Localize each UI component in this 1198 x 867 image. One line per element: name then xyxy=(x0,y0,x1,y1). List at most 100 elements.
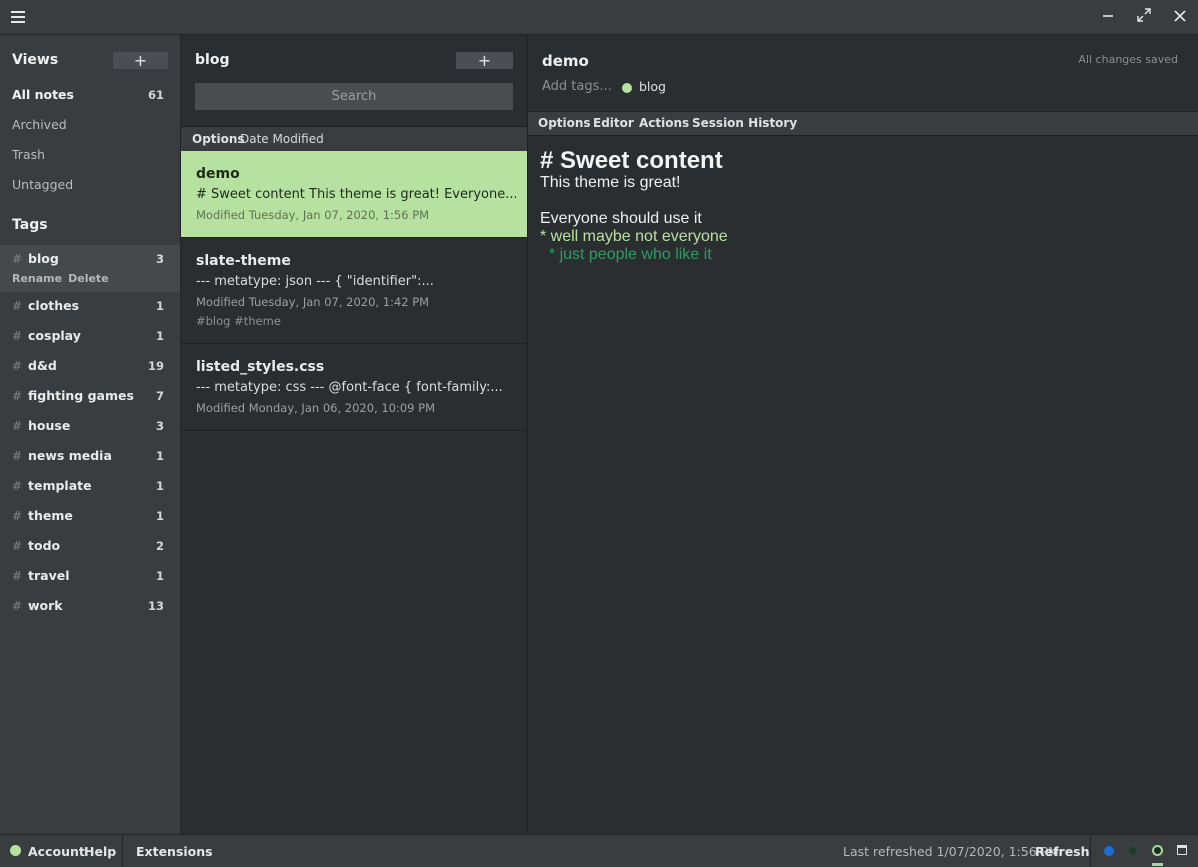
account-button[interactable]: Account xyxy=(28,844,85,859)
editor-tag[interactable]: blog xyxy=(639,79,666,94)
view-untagged[interactable]: Untagged xyxy=(12,175,164,195)
session-history-menu[interactable]: Session History xyxy=(692,112,797,135)
search-input[interactable] xyxy=(195,83,513,110)
hash-icon: # xyxy=(12,599,23,613)
tag-item-travel[interactable]: # travel 1 xyxy=(0,562,180,592)
tag-name: clothes xyxy=(28,298,80,313)
hamburger-icon[interactable] xyxy=(8,7,28,27)
tag-item-dnd[interactable]: # d&d 19 xyxy=(0,352,180,382)
tag-count: 1 xyxy=(155,299,164,313)
view-label: Untagged xyxy=(12,177,74,192)
view-count: 61 xyxy=(147,88,164,102)
tag-name: fighting games xyxy=(28,388,134,403)
tag-item-clothes[interactable]: # clothes 1 xyxy=(0,292,180,322)
editor-options-menu[interactable]: Options xyxy=(538,112,591,135)
note-date: Modified Monday, Jan 06, 2020, 10:09 PM xyxy=(196,401,435,415)
editor-pane: demo All changes saved Add tags... blog … xyxy=(528,35,1198,834)
minimize-icon[interactable] xyxy=(1097,7,1119,27)
note-item-slate-theme[interactable]: slate-theme --- metatype: json --- { "id… xyxy=(181,238,527,344)
tag-name: theme xyxy=(28,508,73,523)
editor-actions-menu[interactable]: Actions xyxy=(639,112,689,135)
note-title-field[interactable]: demo xyxy=(542,52,589,70)
note-preview: --- metatype: css --- @font-face { font-… xyxy=(196,380,503,395)
hash-icon: # xyxy=(12,419,23,433)
tag-count: 1 xyxy=(155,509,164,523)
tag-name: travel xyxy=(28,568,70,583)
help-button[interactable]: Help xyxy=(84,844,116,859)
tag-item-house[interactable]: # house 3 xyxy=(0,412,180,442)
divider xyxy=(1090,835,1091,867)
tag-count: 13 xyxy=(147,599,164,613)
tag-item-blog[interactable]: # blog 3 Rename Delete xyxy=(0,245,180,292)
extensions-button[interactable]: Extensions xyxy=(136,844,213,859)
note-item-listed-styles[interactable]: listed_styles.css --- metatype: css --- … xyxy=(181,344,527,431)
hash-icon: # xyxy=(12,479,23,493)
note-title: demo xyxy=(196,166,240,182)
notes-title: blog xyxy=(195,52,230,68)
sidebar: Views + All notes 61 Archived Trash Unta… xyxy=(0,35,181,834)
view-all-notes[interactable]: All notes 61 xyxy=(12,85,164,105)
view-trash[interactable]: Trash xyxy=(12,145,164,165)
footer-bar: Account Help Extensions Last refreshed 1… xyxy=(0,834,1198,867)
tag-name: house xyxy=(28,418,71,433)
tags-heading: Tags xyxy=(12,217,48,233)
close-icon[interactable] xyxy=(1169,7,1191,27)
hash-icon: # xyxy=(12,359,23,373)
hash-icon: # xyxy=(12,389,23,403)
tag-item-theme[interactable]: # theme 1 xyxy=(0,502,180,532)
window-icon[interactable] xyxy=(1177,845,1187,855)
view-archived[interactable]: Archived xyxy=(12,115,164,135)
editor-menu-bar: Options Editor Actions Session History xyxy=(528,111,1198,136)
tag-name: blog xyxy=(28,251,59,266)
divider xyxy=(122,835,123,867)
extension-status-icon[interactable] xyxy=(1128,846,1138,856)
tag-item-cosplay[interactable]: # cosplay 1 xyxy=(0,322,180,352)
note-item-demo[interactable]: demo # Sweet content This theme is great… xyxy=(181,151,527,238)
tag-item-todo[interactable]: # todo 2 xyxy=(0,532,180,562)
notes-options-button[interactable]: Options xyxy=(192,127,245,151)
rename-tag-button[interactable]: Rename xyxy=(12,272,62,285)
tag-name: news media xyxy=(28,448,112,463)
save-status: All changes saved xyxy=(1078,53,1178,66)
editor-editor-menu[interactable]: Editor xyxy=(593,112,634,135)
tag-count: 3 xyxy=(155,419,164,433)
content-line: Everyone should use it xyxy=(540,210,702,227)
hash-icon: # xyxy=(12,449,23,463)
notes-header: blog + xyxy=(181,35,527,125)
hash-icon: # xyxy=(12,509,23,523)
theme-status-icon[interactable] xyxy=(1152,845,1163,856)
refresh-button[interactable]: Refresh xyxy=(1035,844,1090,859)
tag-name: work xyxy=(28,598,63,613)
tag-item-fighting-games[interactable]: # fighting games 7 xyxy=(0,382,180,412)
last-refreshed-text: Last refreshed 1/07/2020, 1:56 PM xyxy=(843,844,1059,859)
add-view-button[interactable]: + xyxy=(113,52,168,69)
tag-item-template[interactable]: # template 1 xyxy=(0,472,180,502)
tag-count: 1 xyxy=(155,329,164,343)
notes-column: blog + Options Date Modified demo # Swee… xyxy=(181,35,528,834)
sort-label[interactable]: Date Modified xyxy=(240,127,324,151)
tag-item-work[interactable]: # work 13 xyxy=(0,592,180,622)
tag-count: 2 xyxy=(155,539,164,553)
tag-item-news-media[interactable]: # news media 1 xyxy=(0,442,180,472)
note-preview: # Sweet content This theme is great! Eve… xyxy=(196,187,516,202)
note-tags: #blog #theme xyxy=(196,314,281,328)
account-status-icon xyxy=(10,845,21,856)
tag-count: 1 xyxy=(155,479,164,493)
tag-dot-icon xyxy=(622,83,632,93)
notes-options-bar: Options Date Modified xyxy=(181,126,527,152)
add-tags-input[interactable]: Add tags... xyxy=(542,79,612,94)
new-note-button[interactable]: + xyxy=(456,52,513,69)
tag-count: 1 xyxy=(155,569,164,583)
sync-status-icon[interactable] xyxy=(1104,846,1114,856)
note-date: Modified Tuesday, Jan 07, 2020, 1:42 PM xyxy=(196,295,430,309)
views-heading: Views xyxy=(12,52,59,68)
tag-name: template xyxy=(28,478,92,493)
delete-tag-button[interactable]: Delete xyxy=(68,272,109,285)
hash-icon: # xyxy=(12,252,23,266)
tag-name: d&d xyxy=(28,358,57,373)
note-date: Modified Tuesday, Jan 07, 2020, 1:56 PM xyxy=(196,208,430,222)
maximize-icon[interactable] xyxy=(1133,7,1155,27)
tag-count: 19 xyxy=(147,359,164,373)
content-heading: # Sweet content xyxy=(540,147,723,174)
note-preview: --- metatype: json --- { "identifier":..… xyxy=(196,274,434,289)
